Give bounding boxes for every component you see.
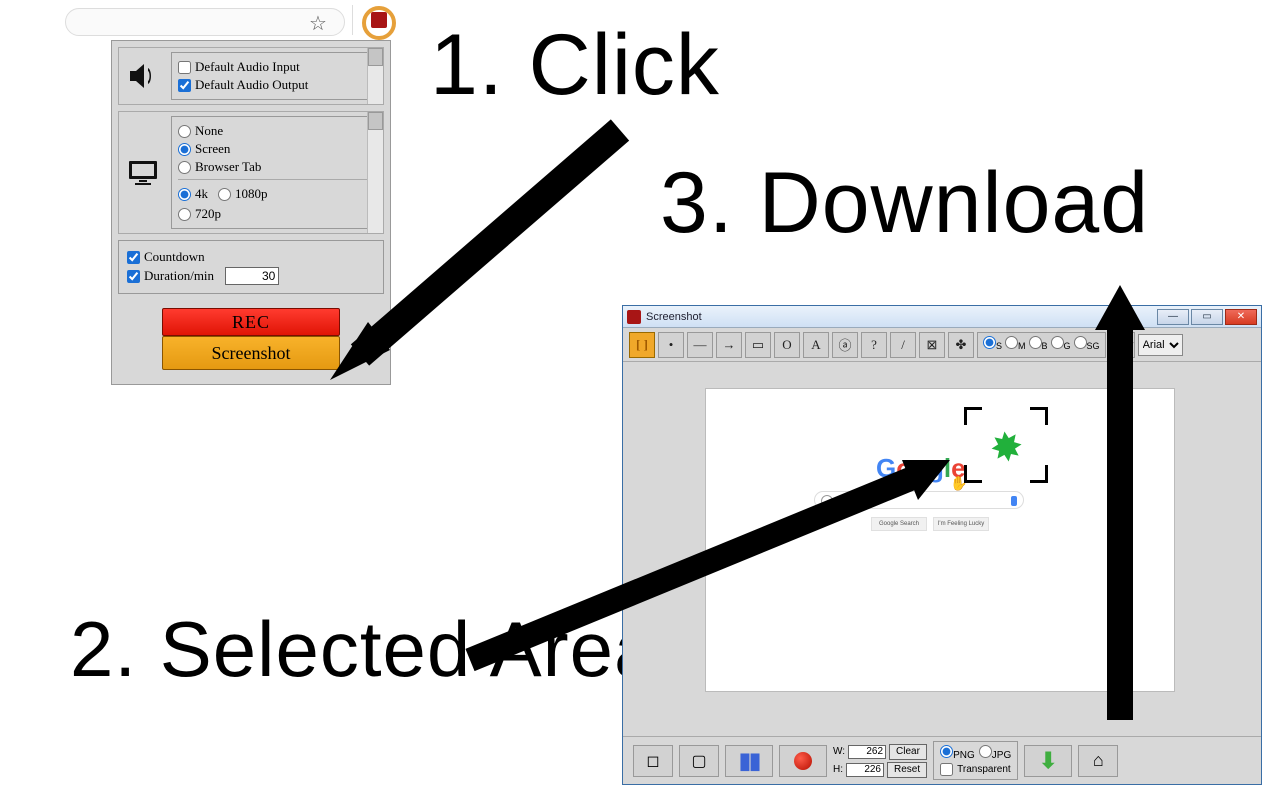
capture-scrollbar[interactable] — [367, 112, 383, 233]
size-s-radio[interactable]: S — [983, 336, 1002, 354]
record-button[interactable] — [779, 745, 827, 777]
size-b-radio[interactable]: B — [1029, 336, 1048, 354]
toolbar-separator — [352, 5, 353, 35]
google-searchbox — [814, 491, 1024, 509]
res-720p-radio[interactable]: 720p — [178, 206, 372, 222]
width-input[interactable] — [848, 745, 886, 759]
extension-popup-panel: Default Audio Input Default Audio Output… — [111, 40, 391, 385]
rec-button[interactable]: REC — [162, 308, 340, 336]
green-star-annotation: ✸ — [987, 423, 1027, 473]
bookmark-star-icon: ☆ — [309, 11, 327, 36]
editor-toolbar: [ ] • — → ▭ O A ⓐ ? / ⊠ ✤ S M B G SG ▾ A… — [623, 328, 1261, 362]
browser-address-bar — [65, 8, 345, 36]
stop-button[interactable]: ◻ — [633, 745, 673, 777]
tool-dot[interactable]: • — [658, 332, 684, 358]
tool-rect[interactable]: ▭ — [745, 332, 771, 358]
tool-text-a[interactable]: A — [803, 332, 829, 358]
tool-line[interactable]: — — [687, 332, 713, 358]
format-png-radio[interactable]: PNG — [940, 745, 975, 761]
tool-lucky[interactable]: ✤ — [948, 332, 974, 358]
step-1-label: 1. Click — [430, 22, 720, 108]
window-app-icon — [627, 310, 641, 324]
reset-button[interactable]: Reset — [887, 762, 927, 778]
capture-screen-radio[interactable]: Screen — [178, 141, 372, 157]
countdown-checkbox[interactable]: Countdown — [127, 249, 375, 265]
home-icon: ⌂ — [1093, 750, 1104, 771]
tool-arrow[interactable]: → — [716, 332, 742, 358]
screenshot-editor-window: Screenshot — ▭ ✕ [ ] • — → ▭ O A ⓐ ? / ⊠… — [622, 305, 1262, 785]
window-close-button[interactable]: ✕ — [1225, 309, 1257, 325]
monitor-icon — [119, 112, 167, 233]
extension-icon[interactable] — [371, 12, 387, 28]
capture-section: None Screen Browser Tab 4k 1080p 720p — [118, 111, 384, 234]
screenshot-button[interactable]: Screenshot — [162, 336, 340, 370]
size-m-radio[interactable]: M — [1005, 336, 1026, 354]
font-select[interactable]: Arial — [1138, 334, 1183, 356]
default-audio-output-checkbox[interactable]: Default Audio Output — [178, 77, 372, 93]
clear-button[interactable]: Clear — [889, 744, 927, 760]
format-group: PNG JPG Transparent — [933, 741, 1018, 780]
tool-question[interactable]: ? — [861, 332, 887, 358]
tool-crossbox[interactable]: ⊠ — [919, 332, 945, 358]
window-maximize-button[interactable]: ▭ — [1191, 309, 1223, 325]
download-button[interactable]: ⬇ — [1024, 745, 1072, 777]
window-titlebar: Screenshot — ▭ ✕ — [623, 306, 1261, 328]
format-jpg-radio[interactable]: JPG — [979, 745, 1011, 761]
capture-browser-tab-radio[interactable]: Browser Tab — [178, 159, 372, 175]
speaker-icon — [119, 48, 167, 104]
step-2-label: 2. Selected Area — [70, 610, 658, 688]
editor-stage: Google Google Search I'm Feeling Lucky ✸… — [623, 362, 1261, 736]
duration-input[interactable] — [225, 267, 279, 285]
height-input[interactable] — [846, 763, 884, 777]
res-4k-radio[interactable]: 4k — [178, 186, 208, 202]
hand-cursor-icon: ✋ — [950, 475, 967, 492]
color-swatch[interactable]: ▾ — [1109, 332, 1135, 358]
tool-circle[interactable]: O — [774, 332, 800, 358]
audio-scrollbar[interactable] — [367, 48, 383, 104]
stroke-size-group: S M B G SG — [977, 332, 1106, 358]
size-sg-radio[interactable]: SG — [1074, 336, 1100, 354]
timing-section: Countdown Duration/min — [118, 240, 384, 294]
audio-section: Default Audio Input Default Audio Output — [118, 47, 384, 105]
dimensions-group: W:Clear H:Reset — [833, 744, 927, 778]
default-audio-input-checkbox[interactable]: Default Audio Input — [178, 59, 372, 75]
res-1080p-radio[interactable]: 1080p — [218, 186, 268, 202]
tool-text-circled-a[interactable]: ⓐ — [832, 332, 858, 358]
google-lucky-btn: I'm Feeling Lucky — [933, 517, 989, 531]
tool-select-brackets[interactable]: [ ] — [629, 332, 655, 358]
size-g-radio[interactable]: G — [1051, 336, 1071, 354]
transparent-checkbox[interactable]: Transparent — [940, 763, 1011, 776]
google-search-btn: Google Search — [871, 517, 927, 531]
tool-slash[interactable]: / — [890, 332, 916, 358]
stop-alt-button[interactable]: ▢ — [679, 745, 719, 777]
editor-canvas[interactable]: Google Google Search I'm Feeling Lucky ✸… — [705, 388, 1175, 692]
duration-checkbox[interactable]: Duration/min — [127, 267, 375, 285]
home-button[interactable]: ⌂ — [1078, 745, 1118, 777]
step-3-label: 3. Download — [660, 160, 1149, 246]
window-minimize-button[interactable]: — — [1157, 309, 1189, 325]
pause-button[interactable]: ▮▮ — [725, 745, 773, 777]
download-icon: ⬇ — [1039, 748, 1057, 774]
editor-bottombar: ◻ ▢ ▮▮ W:Clear H:Reset PNG JPG Transpare… — [623, 736, 1261, 784]
capture-none-radio[interactable]: None — [178, 123, 372, 139]
window-title: Screenshot — [646, 311, 702, 323]
